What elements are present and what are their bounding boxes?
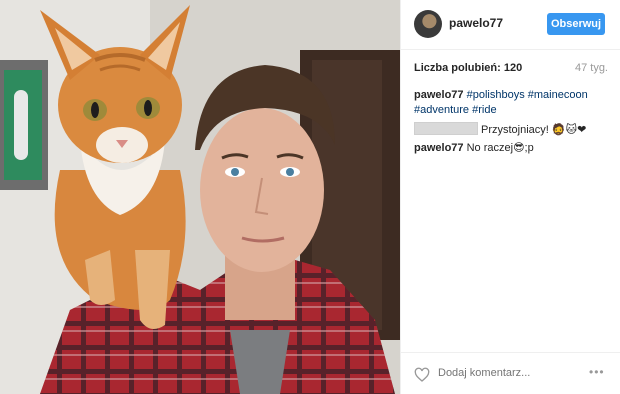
- comment-suffix: ;p: [524, 142, 534, 154]
- hashtag[interactable]: #adventure: [414, 104, 469, 116]
- emoji: 🧔🐱❤: [551, 123, 587, 136]
- instagram-post: pawelo77 Obserwuj Liczba polubień: 120 4…: [0, 0, 620, 394]
- heart-icon[interactable]: [414, 367, 430, 383]
- likes-count[interactable]: Liczba polubień: 120: [414, 62, 522, 74]
- comment-input[interactable]: [438, 367, 558, 379]
- likes-row: Liczba polubień: 120 47 tyg.: [414, 62, 608, 78]
- redacted-username: [414, 122, 478, 135]
- list-item: pawelo77 No raczej😎;p: [414, 140, 608, 156]
- caption: pawelo77 #polishboys #mainecoon #adventu…: [414, 88, 608, 118]
- comment-bar: •••: [401, 352, 620, 394]
- comments-list: pawelo77 #polishboys #mainecoon #adventu…: [414, 88, 608, 158]
- hashtag[interactable]: #mainecoon: [528, 89, 588, 101]
- follow-button[interactable]: Obserwuj: [547, 13, 605, 35]
- avatar[interactable]: [414, 10, 442, 38]
- hashtag[interactable]: #ride: [472, 104, 496, 116]
- hashtag[interactable]: #polishboys: [467, 89, 525, 101]
- caption-username[interactable]: pawelo77: [414, 89, 464, 101]
- comment-text: Przystojniacy!: [481, 124, 549, 136]
- emoji: 😎: [513, 141, 525, 154]
- post-sidebar: pawelo77 Obserwuj Liczba polubień: 120 4…: [400, 0, 620, 394]
- post-age[interactable]: 47 tyg.: [575, 62, 608, 74]
- comment-username[interactable]: pawelo77: [414, 142, 464, 154]
- more-options-icon[interactable]: •••: [589, 365, 605, 379]
- username[interactable]: pawelo77: [449, 16, 503, 30]
- photo-illustration: [0, 0, 400, 394]
- post-header: pawelo77 Obserwuj: [401, 0, 620, 50]
- list-item: Przystojniacy! 🧔🐱❤: [414, 122, 608, 138]
- post-photo[interactable]: [0, 0, 400, 394]
- comment-text: No raczej: [466, 142, 514, 154]
